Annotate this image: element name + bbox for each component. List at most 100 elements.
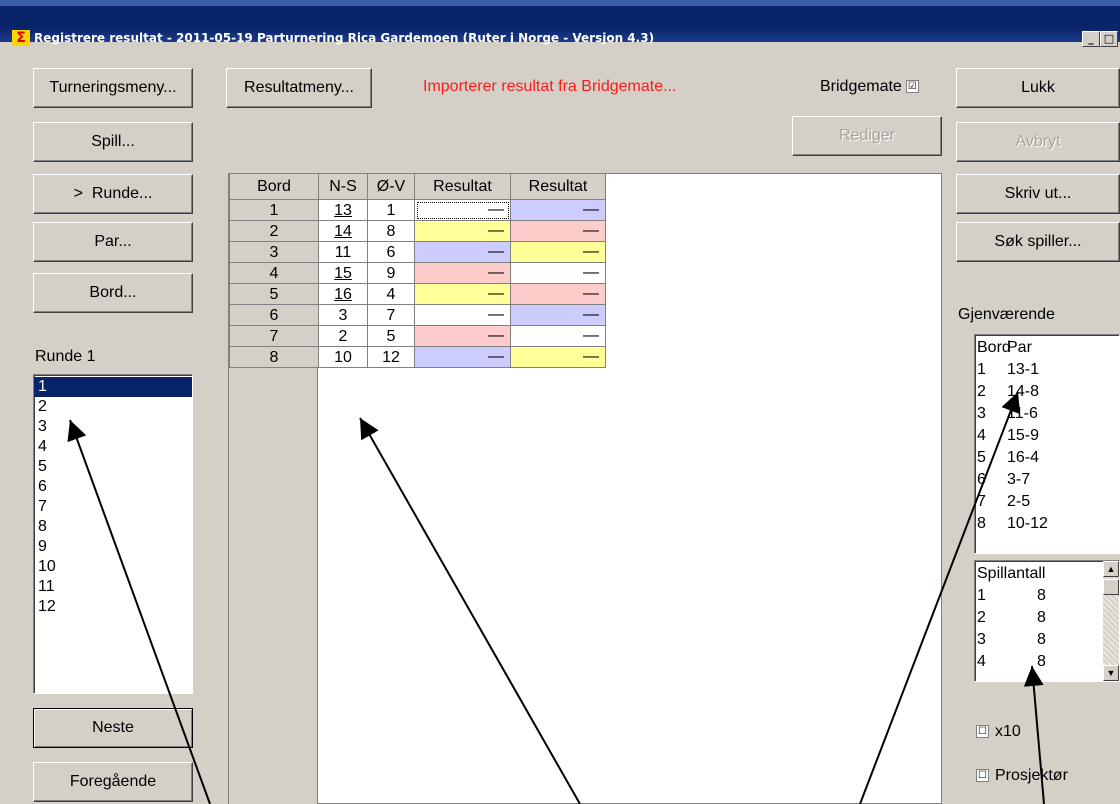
cell-resultat-1-value: — [488,327,504,344]
cell-resultat-2[interactable]: — [510,199,606,221]
prosjektor-label: Prosjektør [995,767,1068,784]
round-item[interactable]: 12 [34,597,192,617]
remaining-item[interactable]: 8 10-12 [975,513,1119,535]
spillantall-list[interactable]: Spillantall 18283848 ▲ ▼ [974,560,1120,682]
round-item[interactable]: 11 [34,577,192,597]
round-item[interactable]: 2 [34,397,192,417]
neste-button[interactable]: Neste [33,708,193,748]
minimize-button[interactable]: _ [1082,31,1100,47]
remaining-item[interactable]: 5 16-4 [975,447,1119,469]
table-row[interactable]: 7 2 5 — — [229,325,606,347]
cell-resultat-2-value: — [583,348,599,365]
cell-bord: 6 [229,304,319,326]
cell-resultat-1-value: — [488,285,504,302]
cell-resultat-2-value: — [583,222,599,239]
cell-resultat-2[interactable]: — [510,241,606,263]
cell-resultat-2[interactable]: — [510,304,606,326]
cell-resultat-1[interactable]: — [414,346,511,368]
rediger-button[interactable]: Rediger [792,116,942,156]
bord-button[interactable]: Bord... [33,273,193,313]
turneringsmeny-button[interactable]: Turneringsmeny... [33,68,193,108]
cell-resultat-2[interactable]: — [510,325,606,347]
x10-toggle[interactable]: ☐ x10 [976,723,1021,741]
foregaende-button[interactable]: Foregående [33,762,193,802]
resultatmeny-button[interactable]: Resultatmeny... [226,68,372,108]
scroll-up-icon[interactable]: ▲ [1103,561,1119,577]
cell-resultat-2[interactable]: — [510,283,606,305]
cell-ov: 6 [367,241,415,263]
spillantall-item[interactable]: 48 [975,651,1119,673]
table-row[interactable]: 1 13 1 — — [229,199,606,221]
cell-resultat-2[interactable]: — [510,262,606,284]
table-row[interactable]: 2 14 8 — — [229,220,606,242]
remaining-par: 2-5 [1007,493,1031,510]
cell-resultat-1-value: — [488,306,504,323]
spillantall-count: 8 [1037,653,1046,670]
spillantall-item[interactable]: 28 [975,607,1119,629]
round-item[interactable]: 4 [34,437,192,457]
round-item[interactable]: 1 [34,377,192,397]
prosjektor-checkbox[interactable]: ☐ [976,769,989,783]
cell-ov: 5 [367,325,415,347]
scroll-thumb[interactable] [1103,579,1119,595]
table-row[interactable]: 3 11 6 — — [229,241,606,263]
cell-ns: 3 [318,304,368,326]
remaining-bord: 3 [977,405,986,422]
remaining-list[interactable]: Bord Par 1 13-1 2 14-8 3 11-6 4 15-9 5 16-4 6 3-7 7 2-… [974,334,1120,554]
bridgemate-toggle[interactable]: Bridgemate ☑ [820,78,919,96]
round-item[interactable]: 8 [34,517,192,537]
spillantall-scrollbar[interactable]: ▲ ▼ [1103,561,1119,681]
remaining-item[interactable]: 7 2-5 [975,491,1119,513]
cell-bord: 7 [229,325,319,347]
cell-resultat-1[interactable]: — [414,199,511,221]
lukk-button[interactable]: Lukk [956,68,1120,108]
cell-resultat-1[interactable]: — [414,283,511,305]
remaining-label: Gjenværende [958,306,1055,323]
table-row[interactable]: 4 15 9 — — [229,262,606,284]
runde-button[interactable]: > Runde... [33,174,193,214]
skriv-ut-button[interactable]: Skriv ut... [956,174,1120,214]
avbryt-button[interactable]: Avbryt [956,122,1120,162]
cell-resultat-2-value: — [583,285,599,302]
remaining-item[interactable]: 1 13-1 [975,359,1119,381]
cell-resultat-1[interactable]: — [414,241,511,263]
cell-resultat-1[interactable]: — [414,220,511,242]
cell-resultat-2[interactable]: — [510,346,606,368]
maximize-button[interactable]: □ [1100,31,1118,47]
cell-resultat-1[interactable]: — [414,304,511,326]
round-item[interactable]: 3 [34,417,192,437]
remaining-par: 14-8 [1007,383,1040,400]
remaining-par: 15-9 [1007,427,1040,444]
remaining-item[interactable]: 4 15-9 [975,425,1119,447]
round-item[interactable]: 5 [34,457,192,477]
round-item[interactable]: 7 [34,497,192,517]
table-row[interactable]: 5 16 4 — — [229,283,606,305]
round-item[interactable]: 9 [34,537,192,557]
par-button[interactable]: Par... [33,222,193,262]
x10-checkbox[interactable]: ☐ [976,725,989,739]
table-row[interactable]: 8 10 12 — — [229,346,606,368]
spillantall-item[interactable]: 38 [975,629,1119,651]
spill-button[interactable]: Spill... [33,122,193,162]
sok-spiller-button[interactable]: Søk spiller... [956,222,1120,262]
spillantall-item[interactable]: 18 [975,585,1119,607]
cell-resultat-1[interactable]: — [414,262,511,284]
remaining-item[interactable]: 3 11-6 [975,403,1119,425]
result-grid: Bord N-S Ø-V Resultat Resultat 1 13 1— —2 14… [229,174,606,368]
round-list[interactable]: 1 2 3 4 5 6 7 8 9 10 11 12 [33,374,193,694]
window-title: Registrere resultat - 2011-05-19 Parturn… [34,31,655,45]
round-item[interactable]: 6 [34,477,192,497]
bridgemate-checkbox[interactable]: ☑ [905,80,919,94]
cell-resultat-2[interactable]: — [510,220,606,242]
remaining-item[interactable]: 2 14-8 [975,381,1119,403]
scroll-down-icon[interactable]: ▼ [1103,665,1119,681]
remaining-header-par: Par [1007,339,1032,356]
spillantall-label: Spillantall [977,565,1046,582]
header-resultat-2: Resultat [510,174,606,200]
round-item[interactable]: 10 [34,557,192,577]
table-row[interactable]: 6 3 7 — — [229,304,606,326]
cell-resultat-1[interactable]: — [414,325,511,347]
prosjektor-toggle[interactable]: ☐ Prosjektør [976,767,1068,785]
spillantall-count: 8 [1037,587,1046,604]
remaining-item[interactable]: 6 3-7 [975,469,1119,491]
